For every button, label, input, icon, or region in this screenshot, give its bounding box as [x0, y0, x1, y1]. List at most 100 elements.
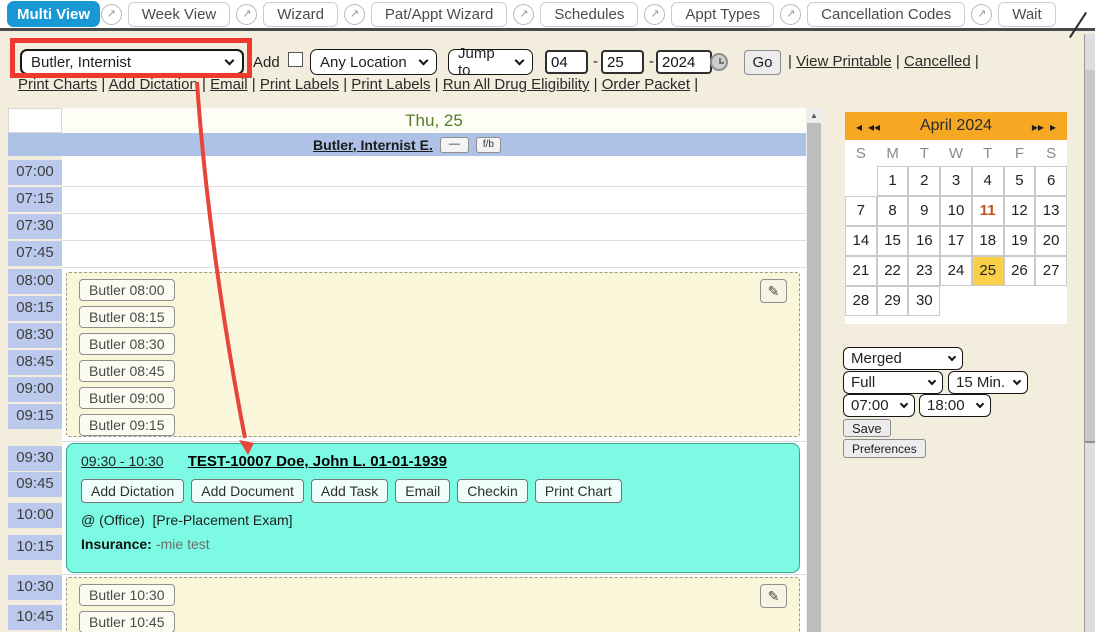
tab-wizard[interactable]: Wizard [263, 2, 338, 27]
tab-cancellation-codes[interactable]: Cancellation Codes [807, 2, 965, 27]
calendar-day-2[interactable]: 2 [908, 166, 940, 196]
calendar-day-29[interactable]: 29 [877, 286, 909, 316]
calendar-day-13[interactable]: 13 [1035, 196, 1067, 226]
location-select[interactable]: Any Location [310, 49, 437, 75]
link-print-labels[interactable]: Print Labels [351, 76, 430, 93]
calendar-day-26[interactable]: 26 [1004, 256, 1036, 286]
appointment-patient-link[interactable]: TEST-10007 Doe, John L. 01-01-1939 [188, 453, 447, 470]
link-order-packet[interactable]: Order Packet [602, 76, 690, 93]
preferences-button[interactable]: Preferences [843, 439, 926, 458]
calendar-day-9[interactable]: 9 [908, 196, 940, 226]
calendar-day-15[interactable]: 15 [877, 226, 909, 256]
go-button[interactable]: Go [744, 50, 781, 75]
add-document-button[interactable]: Add Document [191, 479, 304, 503]
tab-pat-appt-wizard[interactable]: Pat/Appt Wizard [371, 2, 507, 27]
calendar-day-7[interactable]: 7 [845, 196, 877, 226]
calendar-day-22[interactable]: 22 [877, 256, 909, 286]
link-print-labels[interactable]: Print Labels [260, 76, 339, 93]
collapse-column-button[interactable]: — [440, 137, 469, 153]
link-add-dictation[interactable]: Add Dictation [109, 76, 198, 93]
calendar-day-21[interactable]: 21 [845, 256, 877, 286]
checkin-button[interactable]: Checkin [457, 479, 528, 503]
calendar-day-27[interactable]: 27 [1035, 256, 1067, 286]
edit-slot-icon[interactable]: ✎ [760, 584, 787, 608]
tab-wait[interactable]: Wait [998, 2, 1055, 27]
calendar-day-3[interactable]: 3 [940, 166, 972, 196]
external-link-icon[interactable]: ↗ [101, 4, 122, 25]
view-mode-select[interactable]: Merged [843, 347, 963, 370]
save-button[interactable]: Save [843, 419, 891, 437]
next-year-icon[interactable]: ▸▸ [1032, 120, 1044, 134]
jump-to-select[interactable]: Jump to [448, 49, 533, 75]
date-day-input[interactable] [601, 50, 644, 74]
calendar-day-4[interactable]: 4 [972, 166, 1004, 196]
link-run-all-drug-eligibility[interactable]: Run All Drug Eligibility [443, 76, 590, 93]
calendar-day-25[interactable]: 25 [972, 256, 1004, 286]
link-print-charts[interactable]: Print Charts [18, 76, 97, 93]
schedule-scrollbar[interactable]: ▲ [806, 108, 822, 632]
prev-month-icon[interactable]: ◂ [856, 120, 862, 134]
calendar-day-12[interactable]: 12 [1004, 196, 1036, 226]
add-task-button[interactable]: Add Task [311, 479, 388, 503]
open-slot-button-butler-08-45[interactable]: Butler 08:45 [79, 360, 175, 382]
calendar-day-16[interactable]: 16 [908, 226, 940, 256]
page-scrollbar[interactable] [1084, 34, 1095, 632]
print-chart-button[interactable]: Print Chart [535, 479, 622, 503]
calendar-day-14[interactable]: 14 [845, 226, 877, 256]
calendar-day-10[interactable]: 10 [940, 196, 972, 226]
calendar-day-8[interactable]: 8 [877, 196, 909, 226]
next-month-icon[interactable]: ▸ [1050, 120, 1056, 134]
edit-slot-icon[interactable]: ✎ [760, 279, 787, 303]
calendar-day-18[interactable]: 18 [972, 226, 1004, 256]
open-slot-button-butler-09-15[interactable]: Butler 09:15 [79, 414, 175, 436]
calendar-day-30[interactable]: 30 [908, 286, 940, 316]
open-slot-button-butler-10-30[interactable]: Butler 10:30 [79, 584, 175, 606]
calendar-day-17[interactable]: 17 [940, 226, 972, 256]
link-cancelled[interactable]: Cancelled [904, 53, 971, 70]
date-year-input[interactable] [656, 50, 712, 74]
tab-multi-view[interactable]: Multi View [7, 1, 100, 27]
calendar-day-23[interactable]: 23 [908, 256, 940, 286]
calendar-day-28[interactable]: 28 [845, 286, 877, 316]
open-slot-button-butler-08-15[interactable]: Butler 08:15 [79, 306, 175, 328]
external-link-icon[interactable]: ↗ [644, 4, 665, 25]
open-slot-button-butler-10-45[interactable]: Butler 10:45 [79, 611, 175, 632]
add-dictation-button[interactable]: Add Dictation [81, 479, 184, 503]
schedule-scrollbar-thumb[interactable] [807, 123, 821, 632]
link-view-printable[interactable]: View Printable [796, 53, 892, 70]
page-scrollbar-thumb[interactable] [1085, 70, 1095, 443]
calendar-day-19[interactable]: 19 [1004, 226, 1036, 256]
open-slot-button-butler-09-00[interactable]: Butler 09:00 [79, 387, 175, 409]
external-link-icon[interactable]: ↗ [344, 4, 365, 25]
calendar-day-6[interactable]: 6 [1035, 166, 1067, 196]
appointment-time-link[interactable]: 09:30 - 10:30 [81, 453, 164, 469]
prev-year-icon[interactable]: ◂◂ [868, 120, 880, 134]
front-back-button[interactable]: f/b [476, 137, 501, 153]
tab-appt-types[interactable]: Appt Types [671, 2, 774, 27]
email-button[interactable]: Email [395, 479, 450, 503]
date-month-input[interactable] [545, 50, 588, 74]
size-mode-select[interactable]: Full [843, 371, 943, 394]
tab-schedules[interactable]: Schedules [540, 2, 638, 27]
calendar-day-11[interactable]: 11 [972, 196, 1004, 226]
clock-icon[interactable] [710, 53, 728, 71]
interval-select[interactable]: 15 Min. [948, 371, 1028, 394]
scrollbar-up-arrow-icon[interactable]: ▲ [806, 108, 822, 123]
add-checkbox[interactable] [288, 52, 303, 67]
open-slot-button-butler-08-30[interactable]: Butler 08:30 [79, 333, 175, 355]
provider-column-link[interactable]: Butler, Internist E. [313, 137, 433, 153]
external-link-icon[interactable]: ↗ [780, 4, 801, 25]
calendar-day-24[interactable]: 24 [940, 256, 972, 286]
open-slot-button-butler-08-00[interactable]: Butler 08:00 [79, 279, 175, 301]
external-link-icon[interactable]: ↗ [971, 4, 992, 25]
link-email[interactable]: Email [210, 76, 248, 93]
calendar-day-1[interactable]: 1 [877, 166, 909, 196]
calendar-day-20[interactable]: 20 [1035, 226, 1067, 256]
calendar-day-5[interactable]: 5 [1004, 166, 1036, 196]
external-link-icon[interactable]: ↗ [236, 4, 257, 25]
day-start-select[interactable]: 07:00 [843, 394, 915, 417]
provider-select[interactable]: Butler, Internist [20, 49, 244, 75]
tab-week-view[interactable]: Week View [128, 2, 230, 27]
external-link-icon[interactable]: ↗ [513, 4, 534, 25]
day-end-select[interactable]: 18:00 [919, 394, 991, 417]
